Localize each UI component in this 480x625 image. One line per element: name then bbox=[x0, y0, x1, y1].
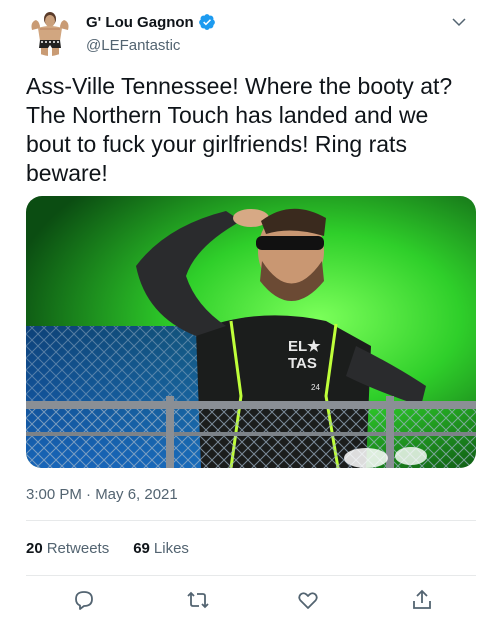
retweets-label: Retweets bbox=[46, 540, 110, 557]
divider bbox=[26, 575, 476, 576]
retweets-count: 20 bbox=[26, 540, 43, 557]
chevron-down-icon[interactable] bbox=[450, 13, 468, 31]
likes-stat[interactable]: 69 Likes bbox=[133, 540, 189, 557]
retweet-icon[interactable] bbox=[186, 588, 210, 612]
author-name[interactable]: G' Lou Gagnon bbox=[86, 14, 194, 31]
tweet-card: G' Lou Gagnon @LEFantastic Ass-Ville Ten… bbox=[0, 0, 480, 625]
shirt-text-top: EL★ bbox=[288, 338, 321, 355]
likes-count: 69 bbox=[133, 540, 150, 557]
divider bbox=[26, 520, 476, 521]
shirt-text-bottom: TAS bbox=[288, 355, 317, 372]
author-handle[interactable]: @LEFantastic bbox=[86, 37, 180, 54]
reply-icon[interactable] bbox=[72, 588, 96, 612]
verified-badge-icon bbox=[198, 13, 216, 31]
tweet-photo[interactable]: EL★ TAS 24 bbox=[26, 196, 476, 468]
likes-label: Likes bbox=[153, 540, 189, 557]
avatar-image bbox=[26, 8, 74, 56]
retweets-stat[interactable]: 20 Retweets bbox=[26, 540, 109, 557]
share-icon[interactable] bbox=[410, 588, 434, 612]
avatar[interactable] bbox=[26, 8, 74, 56]
tweet-timestamp[interactable]: 3:00 PM · May 6, 2021 bbox=[26, 486, 178, 503]
author-name-row[interactable]: G' Lou Gagnon bbox=[86, 13, 216, 31]
tweet-text: Ass-Ville Tennessee! Where the booty at?… bbox=[26, 73, 453, 186]
heart-icon[interactable] bbox=[296, 588, 320, 612]
tweet-stats: 20 Retweets 69 Likes bbox=[26, 540, 213, 557]
shirt-number: 24 bbox=[311, 383, 320, 392]
